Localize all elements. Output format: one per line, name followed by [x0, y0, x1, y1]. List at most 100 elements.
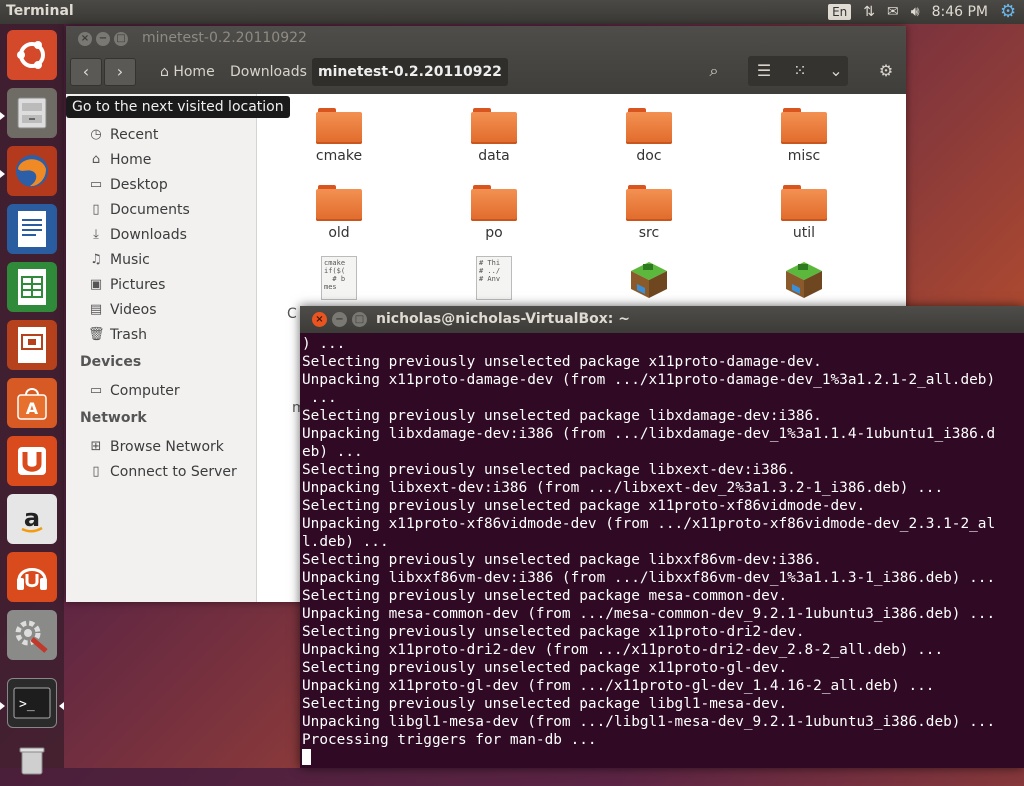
settings-button[interactable]: ⚙ [870, 56, 902, 86]
launcher-terminal[interactable]: >_ [7, 678, 57, 728]
terminal-line: Unpacking mesa-common-dev (from .../mesa… [302, 606, 996, 622]
terminal-line: Unpacking libgl1-mesa-dev (from .../libg… [302, 714, 996, 730]
terminal-line: Unpacking x11proto-xf86vidmode-dev (from… [302, 516, 996, 532]
sidebar-item-label: Trash [110, 327, 147, 343]
sidebar-item-music[interactable]: ♫ Music [88, 249, 150, 271]
text-file-icon: cmake if($( # b mes [321, 256, 357, 300]
breadcrumb-label: minetest-0.2.20110922 [318, 64, 502, 80]
mail-icon[interactable]: ✉ [887, 4, 899, 20]
launcher-ubuntu-one-music[interactable] [7, 552, 57, 602]
sidebar-item-label: Computer [110, 383, 180, 399]
terminal-line: Selecting previously unselected package … [302, 462, 796, 478]
terminal-output[interactable]: ) ... Selecting previously unselected pac… [302, 335, 1022, 765]
gear-icon: ⚙ [878, 61, 894, 80]
launcher-firefox[interactable] [7, 146, 57, 196]
terminal-line: l.deb) ... [302, 534, 389, 550]
svg-text:A: A [26, 399, 39, 418]
amazon-icon: a [7, 494, 57, 544]
file-item[interactable] [749, 258, 859, 302]
breadcrumb-current[interactable]: minetest-0.2.20110922 [312, 58, 508, 86]
close-button[interactable]: × [78, 32, 92, 46]
sidebar-heading-devices: Devices [80, 354, 142, 370]
keyboard-layout-indicator[interactable]: En [828, 4, 852, 20]
chevron-down-icon: ⌄ [829, 61, 843, 80]
terminal-line: Selecting previously unselected package … [302, 696, 788, 712]
grid-view-button[interactable]: ⁙ [784, 56, 816, 86]
maximize-button[interactable]: □ [352, 312, 367, 327]
terminal-line: Processing triggers for man-db ... [302, 732, 597, 748]
launcher-ubuntu-one[interactable] [7, 436, 57, 486]
sidebar-item-trash[interactable]: 🗑︎ Trash [88, 324, 147, 346]
file-item[interactable]: # Thi # ../ # Anv [439, 256, 549, 300]
clock[interactable]: 8:46 PM [932, 4, 988, 20]
sidebar-item-home[interactable]: ⌂ Home [88, 149, 151, 171]
folder-item[interactable]: cmake [284, 108, 394, 164]
session-gear-icon[interactable]: ⚙ [1000, 3, 1018, 21]
file-item[interactable] [594, 258, 704, 302]
terminal-line: Unpacking x11proto-gl-dev (from .../x11p… [302, 678, 935, 694]
sidebar-item-downloads[interactable]: ⤓ Downloads [88, 224, 187, 246]
breadcrumb-downloads[interactable]: Downloads [224, 58, 313, 86]
sidebar-item-recent[interactable]: ◷ Recent [88, 124, 158, 146]
launcher-software-center[interactable]: A [7, 378, 57, 428]
forward-button[interactable]: › [104, 58, 136, 86]
folder-item[interactable]: data [439, 108, 549, 164]
ubuntu-one-icon [7, 436, 57, 486]
terminal-window: × − □ nicholas@nicholas-VirtualBox: ~ ) … [300, 306, 1024, 768]
sidebar-item-pictures[interactable]: ▣ Pictures [88, 274, 166, 296]
launcher-dash-home[interactable] [7, 30, 57, 80]
download-icon: ⤓ [93, 227, 99, 242]
sidebar-item-desktop[interactable]: ▭ Desktop [88, 174, 168, 196]
launcher-writer[interactable] [7, 204, 57, 254]
calc-icon [7, 262, 57, 312]
back-button[interactable]: ‹ [70, 58, 102, 86]
sidebar-item-label: Pictures [110, 277, 166, 293]
volume-icon[interactable]: 🔊︎ [911, 4, 920, 20]
writer-icon [7, 204, 57, 254]
terminal-line: ... [302, 390, 337, 406]
sidebar-item-browse-network[interactable]: ⊞ Browse Network [88, 436, 224, 458]
sidebar-item-label: Downloads [110, 227, 187, 243]
focused-indicator [59, 702, 64, 710]
text-file-icon: # Thi # ../ # Anv [476, 256, 512, 300]
view-options-button[interactable]: ⌄ [820, 56, 852, 86]
breadcrumb-home[interactable]: ⌂ Home [154, 58, 221, 86]
close-button[interactable]: × [312, 312, 327, 327]
trash-icon [7, 736, 57, 786]
folder-item[interactable]: po [439, 185, 549, 241]
file-item[interactable]: cmake if($( # b mes [284, 256, 394, 300]
sidebar-item-videos[interactable]: ▤ Videos [88, 299, 157, 321]
maximize-button[interactable]: □ [114, 32, 128, 46]
list-view-button[interactable]: ☰ [748, 56, 780, 86]
launcher-amazon[interactable]: a [7, 494, 57, 544]
folder-item[interactable]: misc [749, 108, 859, 164]
item-label: misc [787, 148, 821, 164]
launcher-calc[interactable] [7, 262, 57, 312]
launcher-impress[interactable] [7, 320, 57, 370]
folder-item[interactable]: doc [594, 108, 704, 164]
folder-item[interactable]: src [594, 185, 704, 241]
folder-icon [626, 185, 672, 221]
sidebar-item-computer[interactable]: ▭ Computer [88, 380, 180, 402]
home-icon: ⌂ [91, 152, 101, 167]
minimize-button[interactable]: − [332, 312, 347, 327]
sidebar-item-documents[interactable]: ▯ Documents [88, 199, 189, 221]
music-icon: ♫ [90, 252, 102, 267]
desktop-icon: ▭ [89, 177, 103, 192]
chevron-right-icon: › [116, 62, 124, 81]
launcher-system-settings[interactable] [7, 610, 57, 660]
sidebar-item-connect-server[interactable]: ▯ Connect to Server [88, 461, 236, 483]
breadcrumb-label: Downloads [230, 64, 307, 80]
launcher-files[interactable] [7, 88, 57, 138]
terminal-cursor [302, 749, 311, 765]
folder-item[interactable]: util [749, 185, 859, 241]
server-icon: ▯ [92, 464, 100, 479]
network-arrows-icon[interactable]: ⇅ [863, 4, 875, 20]
launcher-trash[interactable] [7, 736, 57, 786]
search-button[interactable]: ⌕ [698, 56, 730, 86]
running-indicator [0, 112, 5, 120]
minimize-button[interactable]: − [96, 32, 110, 46]
folder-item[interactable]: old [284, 185, 394, 241]
terminal-line: Unpacking x11proto-dri2-dev (from .../x1… [302, 642, 944, 658]
documents-icon: ▯ [92, 202, 100, 217]
